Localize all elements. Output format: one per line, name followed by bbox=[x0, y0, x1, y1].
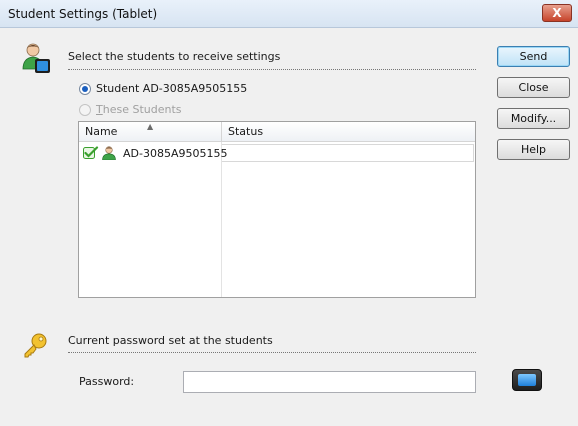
column-header-name[interactable]: ▲ Name bbox=[79, 122, 222, 142]
row-student-status bbox=[222, 144, 474, 162]
title-bar: Student Settings (Tablet) X bbox=[0, 0, 578, 28]
password-divider bbox=[68, 352, 476, 353]
close-window-button[interactable]: X bbox=[542, 4, 572, 22]
row-icons bbox=[83, 146, 117, 160]
column-header-status-label: Status bbox=[228, 125, 264, 138]
student-tablet-icon bbox=[22, 43, 50, 73]
modify-button[interactable]: Modify... bbox=[497, 108, 570, 129]
column-header-status[interactable]: Status bbox=[222, 122, 476, 142]
column-divider bbox=[221, 142, 222, 297]
password-label: Password: bbox=[79, 375, 135, 388]
list-header: ▲ Name Status bbox=[79, 122, 475, 142]
radio-student-label: Student AD-3085A9505155 bbox=[96, 82, 248, 95]
radio-these-students-mnemonic: T bbox=[96, 103, 103, 116]
check-icon bbox=[83, 146, 99, 159]
key-icon bbox=[24, 333, 47, 358]
tablet-icon[interactable] bbox=[512, 369, 542, 391]
row-student-name: AD-3085A9505155 bbox=[123, 147, 228, 160]
help-button[interactable]: Help bbox=[497, 139, 570, 160]
sort-ascending-icon: ▲ bbox=[147, 122, 154, 131]
radio-these-students-text: hese Students bbox=[102, 103, 182, 116]
radio-these-students bbox=[79, 103, 91, 116]
students-divider bbox=[68, 69, 476, 70]
password-field[interactable] bbox=[183, 371, 476, 393]
students-heading: Select the students to receive settings bbox=[68, 50, 281, 63]
radio-student-option[interactable]: Student AD-3085A9505155 bbox=[79, 82, 247, 95]
window-title: Student Settings (Tablet) bbox=[8, 7, 158, 21]
radio-student-selected[interactable] bbox=[79, 82, 91, 95]
dialog-body: Select the students to receive settings … bbox=[0, 29, 578, 426]
students-list[interactable]: ▲ Name Status AD-3085A9505155 bbox=[78, 121, 476, 298]
radio-these-students-label: These Students bbox=[96, 103, 182, 116]
column-header-name-label: Name bbox=[85, 125, 118, 138]
send-button[interactable]: Send bbox=[497, 46, 570, 67]
student-icon bbox=[102, 146, 116, 160]
radio-these-students-option: These Students bbox=[79, 103, 182, 116]
close-button[interactable]: Close bbox=[497, 77, 570, 98]
table-row[interactable]: AD-3085A9505155 bbox=[79, 143, 475, 163]
password-heading: Current password set at the students bbox=[68, 334, 273, 347]
